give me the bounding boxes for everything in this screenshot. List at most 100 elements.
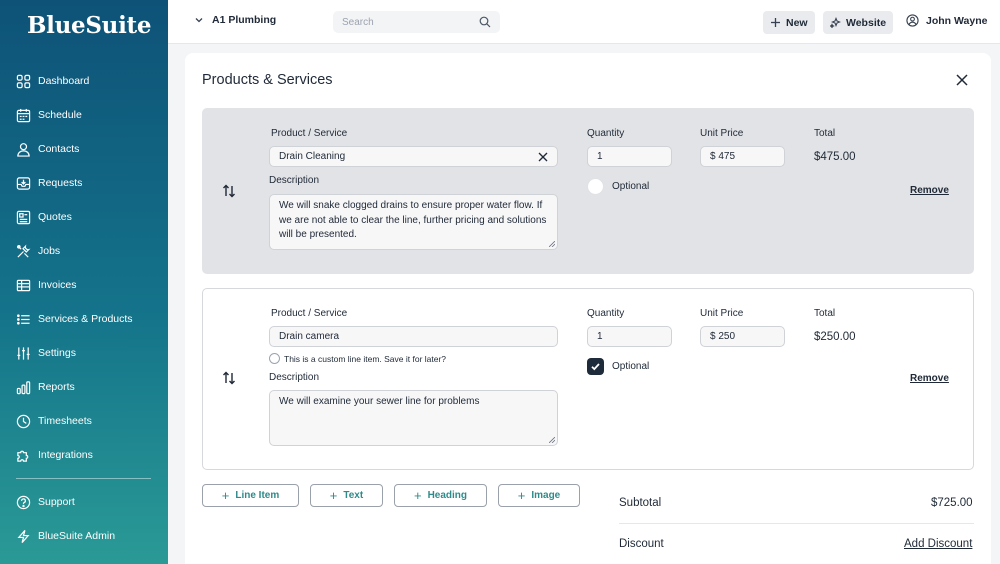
sidebar-item-integrations[interactable]: Integrations [0, 438, 168, 472]
sidebar-item-support[interactable]: Support [0, 485, 168, 519]
product-value: Drain Cleaning [279, 151, 346, 162]
description-label: Description [269, 175, 320, 186]
sidebar-item-label: Integrations [38, 449, 93, 461]
quantity-value: 1 [597, 331, 603, 342]
sidebar-item-schedule[interactable]: Schedule [0, 98, 168, 132]
product-input[interactable]: Drain Cleaning [269, 146, 558, 167]
unit-price-input[interactable]: $ 475 [700, 146, 785, 167]
add-text-button[interactable]: + Text [310, 484, 383, 507]
add-text-label: Text [343, 490, 364, 501]
new-button[interactable]: New [763, 11, 815, 34]
product-input[interactable]: Drain camera [269, 326, 558, 347]
sidebar-nav: Dashboard Schedule Contacts Requests Quo… [0, 64, 168, 472]
sidebar-divider [16, 478, 151, 479]
sparkle-icon [830, 17, 841, 28]
bar-chart-icon [16, 380, 31, 394]
panel-title: Products & Services [202, 72, 333, 88]
optional-checkbox[interactable] [587, 178, 604, 195]
new-button-label: New [786, 16, 808, 29]
product-label: Product / Service [271, 308, 348, 319]
invoice-icon [16, 279, 31, 291]
quantity-value: 1 [597, 151, 603, 162]
sidebar-item-services-products[interactable]: Services & Products [0, 302, 168, 336]
save-custom-item-radio[interactable] [269, 353, 280, 364]
description-value: We will examine your sewer line for prob… [279, 396, 480, 407]
sidebar-item-label: Invoices [38, 279, 77, 291]
sidebar-item-dashboard[interactable]: Dashboard [0, 64, 168, 98]
website-button-label: Website [846, 16, 887, 29]
remove-button[interactable]: Remove [910, 185, 949, 196]
clock-icon [16, 414, 31, 428]
unit-price-label: Unit Price [700, 308, 744, 319]
optional-label: Optional [612, 361, 650, 372]
top-header: A1 Plumbing New Website John Wayne [168, 0, 1000, 44]
add-heading-button[interactable]: + Heading [394, 484, 487, 507]
products-services-panel: Products & Services Product / Service Dr… [185, 53, 991, 564]
product-value: Drain camera [279, 331, 340, 342]
clear-icon[interactable] [538, 152, 548, 162]
total-label: Total [814, 128, 836, 139]
quantity-input[interactable]: 1 [587, 146, 672, 167]
calendar-icon [16, 108, 31, 122]
total-label: Total [814, 308, 836, 319]
add-line-item-button[interactable]: + Line Item [202, 484, 299, 507]
sidebar-item-admin[interactable]: BlueSuite Admin [0, 519, 168, 553]
sidebar-item-quotes[interactable]: Quotes [0, 200, 168, 234]
brand-logo[interactable]: BlueSuite [27, 12, 151, 39]
description-textarea[interactable]: We will snake clogged drains to ensure p… [269, 194, 558, 250]
sidebar-item-timesheets[interactable]: Timesheets [0, 404, 168, 438]
add-heading-label: Heading [427, 490, 468, 501]
quantity-label: Quantity [587, 128, 625, 139]
sidebar-item-contacts[interactable]: Contacts [0, 132, 168, 166]
summary-divider [619, 523, 974, 524]
sidebar-item-label: Support [38, 496, 75, 508]
reorder-icon[interactable] [221, 370, 237, 386]
optional-label: Optional [612, 181, 650, 192]
company-name: A1 Plumbing [212, 14, 277, 26]
sidebar-item-label: Timesheets [38, 415, 92, 427]
search-icon[interactable] [479, 16, 491, 28]
optional-checkbox[interactable] [587, 358, 604, 375]
unit-price-value: $ 475 [710, 151, 736, 162]
description-textarea[interactable]: We will examine your sewer line for prob… [269, 390, 558, 446]
user-name: John Wayne [926, 14, 988, 27]
resize-handle-icon[interactable] [549, 241, 555, 247]
sidebar-item-requests[interactable]: Requests [0, 166, 168, 200]
sidebar-item-label: Requests [38, 177, 83, 189]
sidebar-item-reports[interactable]: Reports [0, 370, 168, 404]
plus-icon: + [413, 488, 422, 503]
add-discount-link[interactable]: Add Discount [904, 538, 972, 550]
search-input[interactable] [342, 16, 462, 28]
unit-price-value: $ 250 [710, 331, 736, 342]
company-switcher[interactable]: A1 Plumbing [194, 14, 276, 26]
remove-button[interactable]: Remove [910, 373, 949, 384]
plus-icon [771, 18, 780, 27]
line-total: $475.00 [814, 151, 856, 163]
sidebar-item-label: Services & Products [38, 313, 133, 325]
close-icon[interactable] [955, 73, 969, 87]
sidebar-item-jobs[interactable]: Jobs [0, 234, 168, 268]
unit-price-label: Unit Price [700, 128, 744, 139]
line-item: Product / Service Drain camera This is a… [202, 288, 974, 470]
website-button[interactable]: Website [823, 11, 894, 34]
reorder-icon[interactable] [221, 183, 237, 199]
sidebar-item-label: BlueSuite Admin [38, 530, 116, 542]
quantity-input[interactable]: 1 [587, 326, 672, 347]
sidebar-item-settings[interactable]: Settings [0, 336, 168, 370]
sidebar-item-label: Reports [38, 381, 75, 393]
description-label: Description [269, 372, 320, 383]
dashboard-icon [16, 74, 31, 88]
sidebar-item-label: Contacts [38, 143, 80, 155]
document-icon [16, 210, 31, 224]
sidebar-item-invoices[interactable]: Invoices [0, 268, 168, 302]
sliders-icon [17, 346, 30, 360]
resize-handle-icon[interactable] [549, 437, 555, 443]
unit-price-input[interactable]: $ 250 [700, 326, 785, 347]
sidebar-bottom-nav: Support BlueSuite Admin [0, 485, 168, 553]
search-box [333, 11, 500, 33]
add-image-button[interactable]: + Image [498, 484, 580, 507]
puzzle-icon [17, 450, 29, 462]
person-icon [17, 142, 30, 157]
discount-label: Discount [619, 538, 664, 550]
user-menu[interactable]: John Wayne [906, 14, 987, 27]
